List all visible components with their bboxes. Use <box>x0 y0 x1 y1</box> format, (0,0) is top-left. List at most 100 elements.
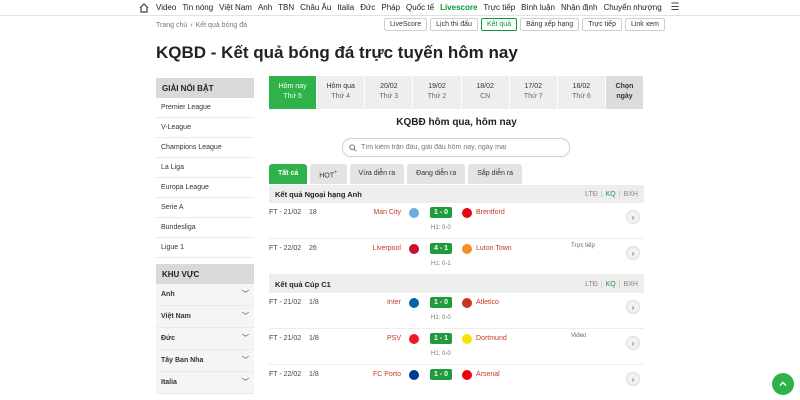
link-separator: | <box>600 280 603 288</box>
subtab-bang-xep-hang[interactable]: Bảng xếp hạng <box>520 18 580 31</box>
region-item-italia[interactable]: Italia ﹀ <box>156 372 254 394</box>
home-team[interactable]: Liverpool <box>373 245 401 252</box>
match-row[interactable]: FT - 21/02 1/8 PSV 1 - 1 Dortmund H1: 0-… <box>269 329 644 365</box>
home-team[interactable]: PSV <box>387 335 401 342</box>
date-tab-16-02[interactable]: 16/02 Thứ 6 <box>557 76 606 109</box>
away-team[interactable]: Dortmund <box>476 335 507 342</box>
chevron-right-icon[interactable]: › <box>626 336 640 350</box>
chevron-right-icon[interactable]: › <box>626 210 640 224</box>
match-round: 18 <box>309 209 317 216</box>
sidebar-item-v-league[interactable]: V-League <box>156 118 254 138</box>
sidebar-item-la-liga[interactable]: La Liga <box>156 158 254 178</box>
nav-viet-nam[interactable]: Việt Nam <box>216 0 255 16</box>
away-team[interactable]: Brentford <box>476 209 505 216</box>
link-bxh[interactable]: BXH <box>624 191 638 198</box>
competition-title[interactable]: Kết quả Cúp C1 <box>275 280 331 289</box>
live-link[interactable]: Trực tiếp <box>571 243 595 249</box>
video-link[interactable]: Video <box>571 333 586 339</box>
nav-truc-tiep[interactable]: Trực tiếp <box>480 0 518 16</box>
filter-live[interactable]: Đang diễn ra <box>407 164 466 184</box>
link-separator: | <box>618 190 621 198</box>
home-team[interactable]: Inter <box>387 299 401 306</box>
competition-title[interactable]: Kết quả Ngoại hạng Anh <box>275 190 362 199</box>
away-team[interactable]: Arsenal <box>476 371 500 378</box>
search-input[interactable] <box>361 144 561 151</box>
match-row[interactable]: FT - 22/02 26 Liverpool 4 - 1 Luton Town… <box>269 239 644 275</box>
nav-livescore[interactable]: Livescore <box>437 0 480 16</box>
link-bxh[interactable]: BXH <box>624 281 638 288</box>
date-tab-day: Thứ 4 <box>331 93 351 100</box>
home-team[interactable]: Man City <box>373 209 401 216</box>
sidebar-item-premier-league[interactable]: Premier League <box>156 98 254 118</box>
home-icon[interactable] <box>138 2 150 14</box>
filter-just-finished[interactable]: Vừa diễn ra <box>349 164 405 184</box>
nav-nhan-dinh[interactable]: Nhận định <box>558 0 600 16</box>
match-score[interactable]: 1 - 0 <box>430 207 452 218</box>
match-row[interactable]: FT - 21/02 18 Man City 1 - 0 Brentford H… <box>269 203 644 239</box>
match-round: 26 <box>309 245 317 252</box>
region-item-viet-nam[interactable]: Việt Nam ﹀ <box>156 306 254 328</box>
breadcrumb-home[interactable]: Trang chủ <box>156 22 187 29</box>
region-item-tay-ban-nha[interactable]: Tây Ban Nha ﹀ <box>156 350 254 372</box>
nav-tin-nong[interactable]: Tin nóng <box>179 0 216 16</box>
chevron-right-icon[interactable]: › <box>626 246 640 260</box>
home-team-logo-icon <box>409 208 419 218</box>
nav-phap[interactable]: Pháp <box>378 0 403 16</box>
match-score[interactable]: 4 - 1 <box>430 243 452 254</box>
chevron-right-icon[interactable]: › <box>626 372 640 386</box>
subtab-livescore[interactable]: LiveScore <box>384 18 428 31</box>
date-tab-day: Thứ 7 <box>523 93 543 100</box>
link-kq[interactable]: KQ <box>606 281 616 288</box>
page-title: KQBD - Kết quả bóng đá trực tuyến hôm na… <box>156 43 518 62</box>
hamburger-menu-icon[interactable]: ☰ <box>671 2 680 13</box>
subtab-ket-qua[interactable]: Kết quả <box>480 18 518 31</box>
nav-chau-au[interactable]: Châu Âu <box>297 0 334 16</box>
away-team[interactable]: Luton Town <box>476 245 512 252</box>
date-tab-yesterday[interactable]: Hôm qua Thứ 4 <box>317 76 366 109</box>
region-label: Anh <box>161 290 175 298</box>
sidebar-item-champions-league[interactable]: Champions League <box>156 138 254 158</box>
nav-chuyen-nhuong[interactable]: Chuyển nhượng <box>600 0 664 16</box>
match-score[interactable]: 1 - 1 <box>430 333 452 344</box>
filter-all[interactable]: Tất cả <box>269 164 308 184</box>
sidebar-item-ligue-1[interactable]: Ligue 1 <box>156 238 254 258</box>
date-tab-today[interactable]: Hôm nay Thứ 5 <box>269 76 318 109</box>
chevron-right-icon[interactable]: › <box>626 300 640 314</box>
filter-hot[interactable]: HOT+ <box>310 164 347 184</box>
subtab-lich-thi-dau[interactable]: Lịch thi đấu <box>430 18 478 31</box>
match-score[interactable]: 1 - 0 <box>430 369 452 380</box>
date-tab-19-02[interactable]: 19/02 Thứ 2 <box>413 76 462 109</box>
nav-anh[interactable]: Anh <box>255 0 275 16</box>
link-ltd[interactable]: LTĐ <box>585 191 598 198</box>
nav-video[interactable]: Video <box>153 0 179 16</box>
nav-quoc-te[interactable]: Quốc tế <box>403 0 437 16</box>
nav-italia[interactable]: Italia <box>334 0 357 16</box>
nav-duc[interactable]: Đức <box>357 0 378 16</box>
match-row[interactable]: FT - 22/02 1/8 FC Porto 1 - 0 Arsenal › <box>269 365 644 400</box>
region-item-duc[interactable]: Đức ﹀ <box>156 328 254 350</box>
home-team[interactable]: FC Porto <box>373 371 401 378</box>
date-tab-label: 17/02 <box>524 83 543 90</box>
sidebar-item-europa-league[interactable]: Europa League <box>156 178 254 198</box>
date-tab-20-02[interactable]: 20/02 Thứ 3 <box>365 76 414 109</box>
date-picker-button[interactable]: Chọn ngày <box>605 76 644 109</box>
sidebar-item-bundesliga[interactable]: Bundesliga <box>156 218 254 238</box>
subtab-link-xem[interactable]: Link xem <box>624 18 665 31</box>
date-tab-day: Thứ 5 <box>283 93 302 100</box>
link-kq[interactable]: KQ <box>606 191 616 198</box>
sidebar-item-serie-a[interactable]: Serie A <box>156 198 254 218</box>
nav-binh-luan[interactable]: Bình luận <box>518 0 558 16</box>
date-tab-18-02[interactable]: 18/02 CN <box>461 76 510 109</box>
nav-tbn[interactable]: TBN <box>275 0 297 16</box>
link-ltd[interactable]: LTĐ <box>585 281 598 288</box>
away-team[interactable]: Atletico <box>476 299 499 306</box>
match-row[interactable]: FT - 21/02 1/8 Inter 1 - 0 Atletico H1: … <box>269 293 644 329</box>
filter-tabs: Tất cả HOT+ Vừa diễn ra Đang diễn ra Sắp… <box>269 164 523 184</box>
scroll-to-top-button[interactable] <box>772 373 794 395</box>
filter-upcoming[interactable]: Sắp diễn ra <box>468 164 523 184</box>
date-tab-17-02[interactable]: 17/02 Thứ 7 <box>509 76 558 109</box>
subtab-truc-tiep[interactable]: Trực tiếp <box>582 18 622 31</box>
region-item-anh[interactable]: Anh ﹀ <box>156 284 254 306</box>
match-score[interactable]: 1 - 0 <box>430 297 452 308</box>
competition-header: Kết quả Cúp C1 LTĐ | KQ | BXH <box>269 275 644 293</box>
